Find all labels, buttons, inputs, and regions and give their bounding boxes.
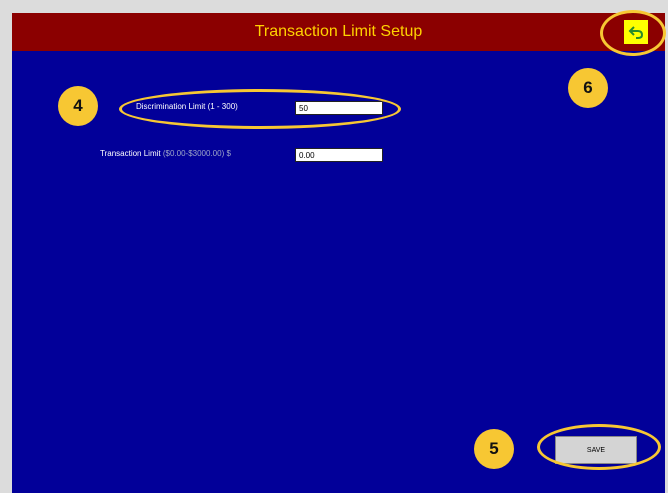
callout-badge-4: 4 — [58, 86, 98, 126]
callout-ring-6 — [600, 10, 666, 56]
callout-ring-5 — [537, 424, 661, 470]
limit-setup-screen: Transaction Limit Setup Discrimination L… — [12, 13, 665, 493]
callout-badge-6: 6 — [568, 68, 608, 108]
transaction-limit-input[interactable]: 0.00 — [295, 148, 383, 162]
callout-badge-5: 5 — [474, 429, 514, 469]
currency-symbol: $ — [226, 149, 231, 158]
callout-ring-4 — [119, 89, 401, 129]
title-bar: Transaction Limit Setup — [12, 13, 665, 51]
transaction-limit-text: Transaction Limit — [100, 149, 161, 158]
transaction-limit-label: Transaction Limit ($0.00-$3000.00) $ — [100, 149, 231, 158]
page-title: Transaction Limit Setup — [254, 23, 423, 40]
transaction-limit-range: ($0.00-$3000.00) — [162, 149, 225, 158]
